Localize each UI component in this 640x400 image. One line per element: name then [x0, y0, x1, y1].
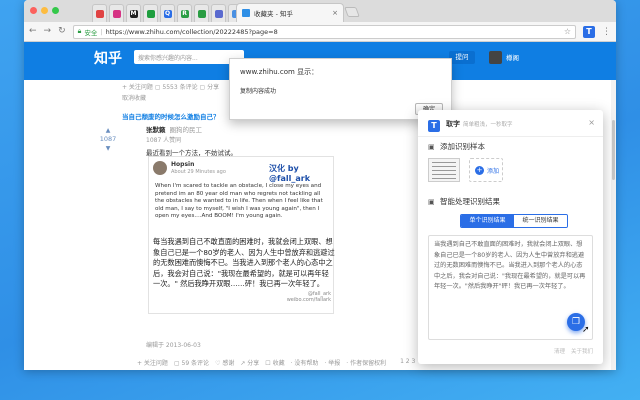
ask-button[interactable]: 提问 — [449, 51, 475, 64]
sample-icon: ▣ — [428, 143, 435, 151]
tab-active[interactable]: 收藏夹 - 知乎 × — [236, 3, 344, 22]
site-favicon-icon: Q — [163, 9, 172, 18]
site-favicon-icon — [146, 9, 155, 18]
site-favicon-icon: M — [129, 9, 138, 18]
pinned-tab[interactable]: M — [126, 4, 141, 22]
bookmark-star-icon[interactable]: ☆ — [564, 27, 571, 36]
answer-action-link[interactable]: + 关注问题 — [137, 358, 168, 367]
pinned-tab[interactable] — [143, 4, 158, 22]
page-scrollbar[interactable] — [611, 80, 616, 370]
pinned-tab[interactable]: Q — [160, 4, 175, 22]
lock-icon: 🔒︎ — [77, 27, 82, 35]
translator-credit: 汉化 by @fall_ark — [269, 164, 311, 183]
alert-message: 复制内容成功 — [240, 88, 277, 95]
ocr-extension-panel: T 取字 简单粗浅，一秒取字 × ▣ 添加识别样本 + 添加 ▣ 智能处理识别结… — [418, 110, 603, 364]
mouse-cursor-icon: ➚ — [582, 325, 590, 335]
process-icon: ▣ — [428, 198, 435, 206]
pagination[interactable]: 1 2 3 — [400, 358, 415, 367]
tab-bar: M QR 收藏夹 - 知乎 × — [24, 0, 616, 22]
section-title-result: 智能处理识别结果 — [440, 197, 500, 206]
extension-slogan: 简单粗浅，一秒取字 — [463, 122, 513, 128]
answer-action-link[interactable]: ♡ 感谢 — [215, 358, 234, 367]
address-separator: | — [100, 27, 103, 36]
add-sample-label: 添加 — [487, 167, 500, 175]
reload-icon[interactable]: ↻ — [58, 27, 66, 36]
sample-thumbnail[interactable] — [428, 158, 460, 182]
minimize-window-button[interactable] — [41, 7, 48, 14]
answer-action-link[interactable]: · 作者保留权利 — [346, 358, 386, 367]
tweet-avatar — [153, 161, 167, 175]
pinned-tab[interactable] — [109, 4, 124, 22]
back-icon[interactable]: ← — [29, 27, 37, 36]
alert-title: www.zhihu.com 显示： — [240, 68, 319, 76]
author-name[interactable]: 张默籁 — [146, 126, 166, 134]
answer-action-link[interactable]: ☐ 收藏 — [265, 358, 284, 367]
vote-box: ▲ 1087 ▼ — [98, 126, 118, 153]
author-line: 张默籁 圈狗的民工 — [146, 124, 202, 134]
answer-action-link[interactable]: · 举报 — [324, 358, 340, 367]
answer-action-link[interactable]: · 没有帮助 — [291, 358, 319, 367]
site-favicon-icon: R — [180, 9, 189, 18]
avatar[interactable] — [489, 51, 502, 64]
answer-actions: + 关注问题 ▢ 59 条评论 ♡ 感谢 ↗ 分享 ☐ 收藏 · 没有帮助 · 举报 · 作者… — [137, 358, 415, 367]
answer-action-link[interactable]: ↗ 分享 — [240, 358, 259, 367]
extension-logo-icon: T — [428, 120, 440, 132]
pinned-tab[interactable] — [194, 4, 209, 22]
scrollbar-thumb[interactable] — [612, 120, 615, 180]
security-label: 安全 — [84, 28, 98, 37]
site-favicon-icon — [112, 9, 121, 18]
answer-action-link[interactable]: ▢ 59 条评论 — [174, 358, 209, 367]
menu-icon[interactable]: ⋮ — [602, 27, 611, 37]
panel-footer-link[interactable]: 关于我们 — [571, 347, 593, 355]
upvote-icon[interactable]: ▲ — [98, 126, 118, 135]
tab-title: 收藏夹 - 知乎 — [254, 10, 293, 18]
search-input[interactable]: 搜索你感兴趣的内容... — [134, 50, 244, 64]
author-bio: 圈狗的民工 — [169, 126, 203, 134]
window-controls — [30, 7, 59, 14]
forward-icon[interactable]: → — [44, 27, 52, 36]
add-sample-button[interactable]: + 添加 — [469, 158, 503, 182]
extension-name: 取字 — [446, 120, 460, 128]
url-text: https://www.zhihu.com/collection/2022248… — [105, 27, 278, 36]
zhihu-logo[interactable]: 知乎 — [94, 48, 122, 68]
pinned-tab[interactable] — [211, 4, 226, 22]
question-title[interactable]: 当自己颓废的时候怎么激励自己？ — [122, 111, 220, 121]
site-favicon-icon — [197, 9, 206, 18]
downvote-icon[interactable]: ▼ — [98, 144, 118, 153]
panel-divider — [418, 136, 603, 137]
agree-count: 1087 人赞同 — [146, 137, 182, 144]
username[interactable]: 樽阁 — [506, 52, 519, 62]
pinned-tab[interactable] — [92, 4, 107, 22]
plus-icon: + — [475, 165, 484, 175]
maximize-window-button[interactable] — [52, 7, 59, 14]
section-title-sample: 添加识别样本 — [440, 142, 485, 151]
panel-footer: 清理 关于我们 — [554, 347, 593, 355]
tab-single-result[interactable]: 单个识别结果 — [461, 215, 514, 227]
new-tab-button[interactable] — [344, 7, 360, 17]
tab-close-icon[interactable]: × — [332, 9, 338, 17]
tab-merged-result[interactable]: 统一识别结果 — [514, 215, 567, 227]
site-favicon-icon — [95, 9, 104, 18]
edited-date[interactable]: 编辑于 2013-06-03 — [146, 340, 201, 349]
tweet-english-text: When I'm scared to tackle an obstacle, I… — [155, 183, 323, 220]
question-meta[interactable]: + 关注问题 ▢ 5553 条评论 ▢ 分享 — [122, 82, 219, 91]
tweet-chinese-text: 每当我遇到自己不敢直面的困难时，我就会闭上双眼、想象自己已是一个80岁的老人、因… — [153, 237, 335, 288]
image-watermark: @fall_ark weibo.com/fallark — [286, 291, 331, 303]
vote-count: 1087 — [99, 135, 117, 143]
browser-toolbar: ← → ↻ 🔒︎ 安全 | https://www.zhihu.com/coll… — [24, 22, 616, 42]
close-window-button[interactable] — [30, 7, 37, 14]
site-favicon-icon — [214, 9, 223, 18]
tweet-author: Hopsin — [171, 161, 195, 168]
panel-footer-link[interactable]: 清理 — [554, 347, 565, 355]
address-bar[interactable]: 🔒︎ 安全 | https://www.zhihu.com/collection… — [72, 24, 576, 39]
close-icon[interactable]: × — [588, 118, 595, 127]
zhihu-favicon-icon — [242, 9, 250, 17]
pinned-tab[interactable]: R — [177, 4, 192, 22]
extension-icon[interactable]: T — [583, 25, 595, 38]
answer-image: Hopsin About 29 Minutes ago 汉化 by @fall_… — [148, 156, 335, 314]
tweet-time: About 29 Minutes ago — [171, 169, 226, 175]
uncollect-link[interactable]: 取消收藏 — [122, 93, 146, 102]
result-mode-toggle: 单个识别结果 统一识别结果 — [460, 214, 568, 228]
